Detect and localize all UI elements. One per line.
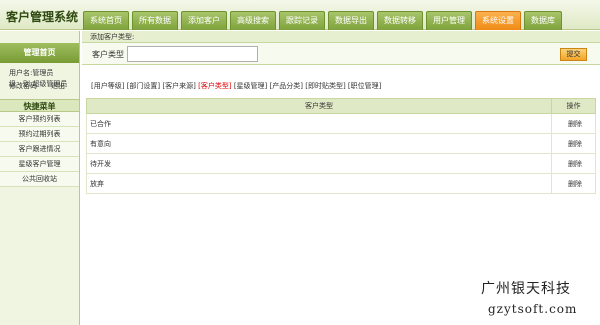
sidebar-item-followup[interactable]: 客户跟进情况 (0, 142, 79, 157)
customer-types-table: 客户类型 操作 已合作 删除 有意向 删除 待开发 删除 放弃 删除 (86, 98, 596, 194)
settings-links: [用户等级] [部门设置] [客户来源] [客户类型] [星级管理] [产品分类… (91, 81, 381, 91)
table-row: 已合作 删除 (86, 113, 596, 134)
main-nav-tabs: 系统首页 所有数据 添加客户 高级搜索 跟踪记录 数据导出 数据转移 用户管理 … (83, 11, 565, 30)
app-logo: 客户管理系统 (6, 10, 79, 24)
delete-link[interactable]: 删除 (568, 140, 582, 148)
user-info: 用户名:管理员 级 别:超级管理员 修改密码 退出 (0, 63, 79, 90)
add-type-form: 客户类型 提交 (82, 43, 600, 65)
link-star-management[interactable]: [星级管理] (234, 82, 267, 90)
sidebar-item-star-customers[interactable]: 星级客户管理 (0, 157, 79, 172)
table-cell-type: 已合作 (86, 113, 552, 134)
delete-link[interactable]: 删除 (568, 180, 582, 188)
sidebar-item-expired-appointments[interactable]: 预约过期列表 (0, 127, 79, 142)
tab-transfer[interactable]: 数据转移 (377, 11, 423, 30)
tab-home[interactable]: 系统首页 (83, 11, 129, 30)
customer-type-label: 客户类型 (92, 50, 124, 59)
tab-add-customer[interactable]: 添加客户 (181, 11, 227, 30)
table-row: 待开发 删除 (86, 153, 596, 174)
watermark-company: 广州银天科技 (481, 281, 571, 297)
quick-menu-header: 快捷菜单 (0, 99, 79, 112)
table-cell-type: 有意向 (86, 133, 552, 154)
watermark-domain: gzytsoft.com (488, 302, 578, 316)
logout-link[interactable]: 退出 (51, 81, 65, 92)
delete-link[interactable]: 删除 (568, 160, 582, 168)
table-header-row: 客户类型 操作 (86, 98, 596, 114)
link-product-categories[interactable]: [产品分类] (270, 82, 303, 90)
table-cell-type: 待开发 (86, 153, 552, 174)
tab-system-settings[interactable]: 系统设置 (475, 11, 521, 30)
table-cell-type: 放弃 (86, 173, 552, 194)
top-header: 客户管理系统 系统首页 所有数据 添加客户 高级搜索 跟踪记录 数据导出 数据转… (0, 0, 600, 30)
table-row: 放弃 删除 (86, 173, 596, 194)
sidebar: 管理首页 用户名:管理员 级 别:超级管理员 修改密码 退出 快捷菜单 客户预约… (0, 31, 80, 325)
sidebar-header[interactable]: 管理首页 (0, 43, 79, 63)
link-positions[interactable]: [职位管理] (348, 82, 381, 90)
tab-database[interactable]: 数据库 (524, 11, 562, 30)
submit-button[interactable]: 提交 (560, 48, 587, 61)
tab-all-data[interactable]: 所有数据 (132, 11, 178, 30)
table-row: 有意向 删除 (86, 133, 596, 154)
column-header-action: 操作 (551, 98, 596, 114)
customer-type-input[interactable] (127, 46, 258, 62)
delete-link[interactable]: 删除 (568, 120, 582, 128)
sidebar-item-appointments[interactable]: 客户预约列表 (0, 112, 79, 127)
link-sticky-note-types[interactable]: [即时贴类型] (305, 82, 345, 90)
link-user-levels[interactable]: [用户等级] (91, 82, 124, 90)
tab-export[interactable]: 数据导出 (328, 11, 374, 30)
sidebar-item-recycle-bin[interactable]: 公共回收站 (0, 172, 79, 187)
tab-user-management[interactable]: 用户管理 (426, 11, 472, 30)
tab-tracking[interactable]: 跟踪记录 (279, 11, 325, 30)
change-password-link[interactable]: 修改密码 (9, 81, 37, 92)
section-title: 添加客户类型: (82, 31, 600, 43)
column-header-type: 客户类型 (86, 98, 552, 114)
username-label: 用户名:管理员 (9, 69, 54, 77)
tab-advanced-search[interactable]: 高级搜索 (230, 11, 276, 30)
link-customer-types[interactable]: [客户类型] (198, 82, 231, 90)
link-customer-sources[interactable]: [客户来源] (162, 82, 195, 90)
link-departments[interactable]: [部门设置] (127, 82, 160, 90)
user-links: 修改密码 退出 (9, 81, 65, 92)
